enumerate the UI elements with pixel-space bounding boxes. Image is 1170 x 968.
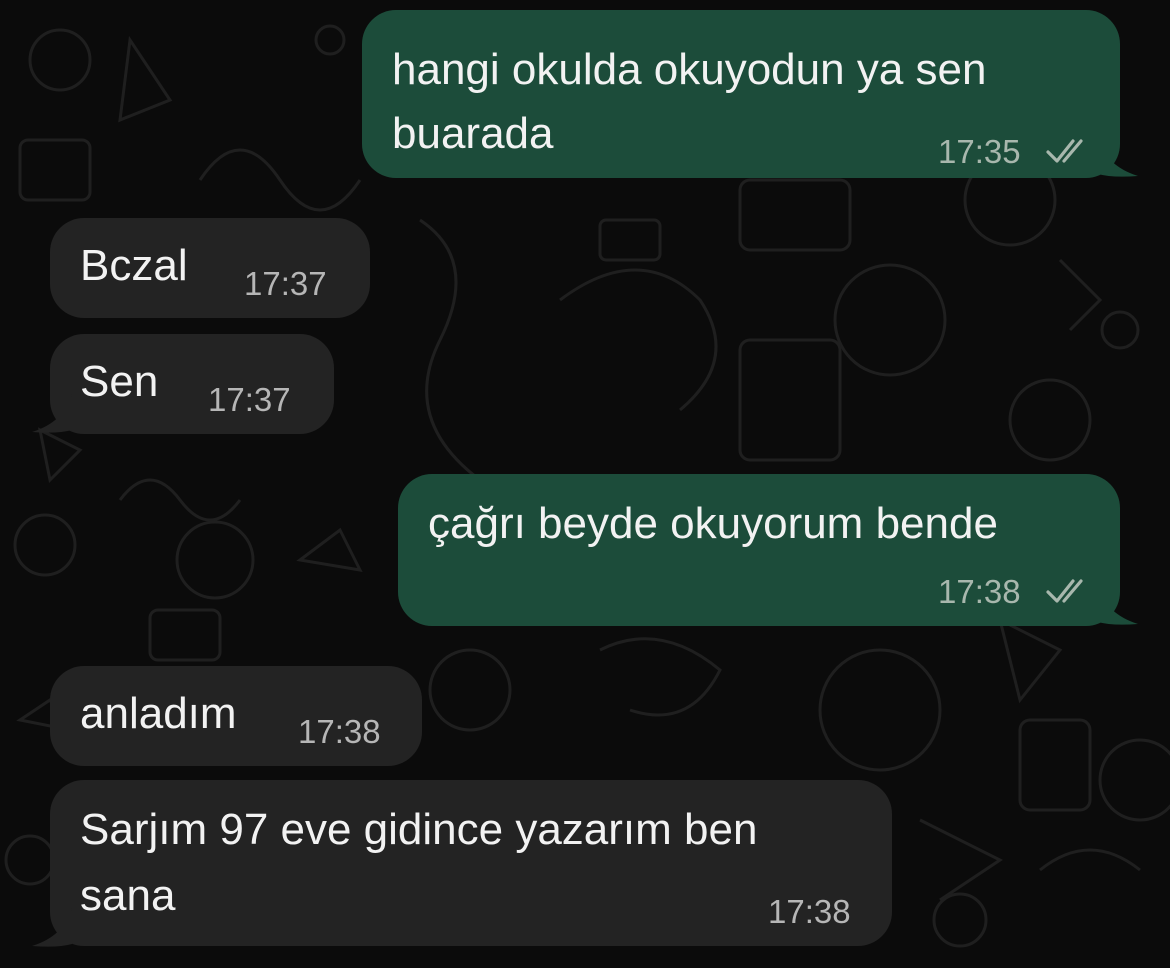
- message-text: Bczal: [80, 241, 188, 290]
- message-bubble-outgoing[interactable]: çağrı beyde okuyorum bende 17:38: [398, 474, 1120, 626]
- message-timestamp: 17:38: [298, 713, 381, 750]
- read-double-check-icon: [1046, 139, 1083, 163]
- bubble-tail: [1098, 586, 1138, 625]
- message-bubble-incoming[interactable]: Bczal 17:37: [50, 218, 370, 318]
- message-timestamp: 17:38: [938, 573, 1021, 610]
- message-text: Sen: [80, 357, 159, 406]
- message-timestamp: 17:35: [938, 133, 1021, 170]
- message-bubble-outgoing[interactable]: hangi okulda okuyodun ya sen buarada 17:…: [362, 10, 1120, 178]
- message-text: hangi okulda okuyodun ya sen: [392, 45, 987, 94]
- chat-view[interactable]: hangi okulda okuyodun ya sen buarada 17:…: [0, 0, 1170, 968]
- bubble-tail: [32, 908, 72, 947]
- message-text: Sarjım 97 eve gidince yazarım ben: [80, 805, 758, 854]
- message-timestamp: 17:37: [208, 381, 291, 418]
- message-timestamp: 17:37: [244, 265, 327, 302]
- message-text: anladım: [80, 689, 237, 738]
- read-double-check-icon: [1046, 579, 1083, 603]
- message-bubble-incoming[interactable]: anladım 17:38: [50, 666, 422, 766]
- message-text: çağrı beyde okuyorum bende: [428, 499, 998, 548]
- message-timestamp: 17:38: [768, 893, 851, 930]
- message-text: buarada: [392, 109, 554, 158]
- message-text: sana: [80, 871, 176, 920]
- bubble-tail: [32, 394, 72, 433]
- bubble-tail: [1098, 138, 1138, 177]
- message-bubble-incoming[interactable]: Sarjım 97 eve gidince yazarım ben sana 1…: [50, 780, 892, 946]
- message-bubble-incoming[interactable]: Sen 17:37: [50, 334, 334, 434]
